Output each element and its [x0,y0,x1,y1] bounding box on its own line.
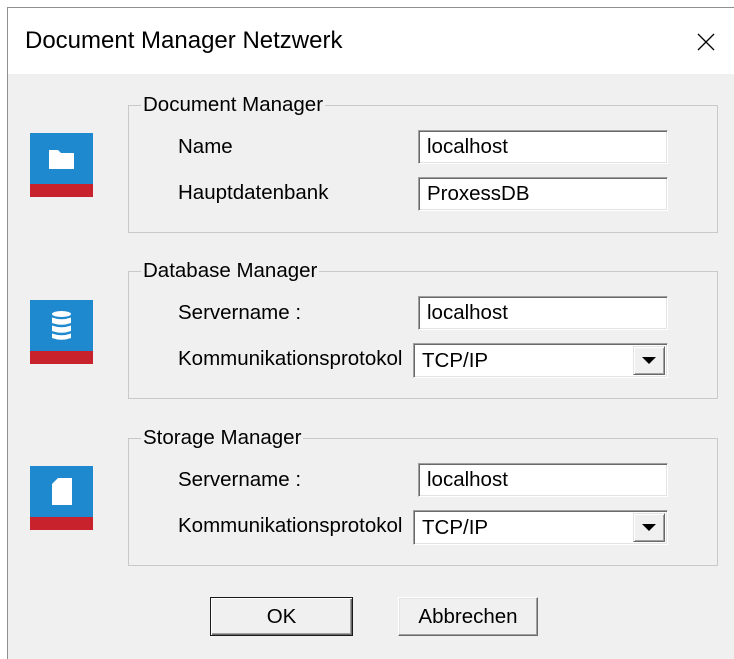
dialog-window: Document Manager Netzwerk Document Manag… [7,7,734,659]
protocol-dropdown-button[interactable] [633,346,665,375]
name-input[interactable] [418,130,668,164]
group-legend: Database Manager [141,259,320,283]
protocol-select[interactable]: TCP/IP [413,510,668,545]
document-manager-group: Document Manager Name Hauptdatenbank [128,93,718,233]
protocol-select-value: TCP/IP [422,349,489,372]
protocol-label: Kommunikationsprotokol [178,514,403,537]
name-label: Name [178,135,233,158]
main-database-label: Hauptdatenbank [178,181,329,204]
servername-label: Servername : [178,301,302,324]
group-legend: Document Manager [141,93,326,117]
chevron-down-icon [642,523,656,531]
close-icon [697,33,715,51]
group-legend: Storage Manager [141,426,304,450]
protocol-label: Kommunikationsprotokol [178,347,403,370]
title-bar[interactable]: Document Manager Netzwerk [8,8,734,74]
document-icon [30,466,93,530]
screen: Document Manager Netzwerk Document Manag… [0,0,734,659]
protocol-dropdown-button[interactable] [633,513,665,542]
database-icon [30,300,93,364]
database-manager-group: Database Manager Servername : Kommunikat… [128,259,718,399]
cancel-button[interactable]: Abbrechen [398,597,538,636]
servername-label: Servername : [178,468,302,491]
main-database-input[interactable] [418,177,668,211]
protocol-select-value: TCP/IP [422,516,489,539]
close-button[interactable] [684,20,728,64]
servername-input[interactable] [418,463,668,497]
window-title: Document Manager Netzwerk [25,27,343,54]
folder-icon [30,133,93,197]
storage-manager-group: Storage Manager Servername : Kommunikati… [128,426,718,566]
protocol-select[interactable]: TCP/IP [413,343,668,378]
chevron-down-icon [642,356,656,364]
ok-button[interactable]: OK [210,597,353,636]
servername-input[interactable] [418,296,668,330]
